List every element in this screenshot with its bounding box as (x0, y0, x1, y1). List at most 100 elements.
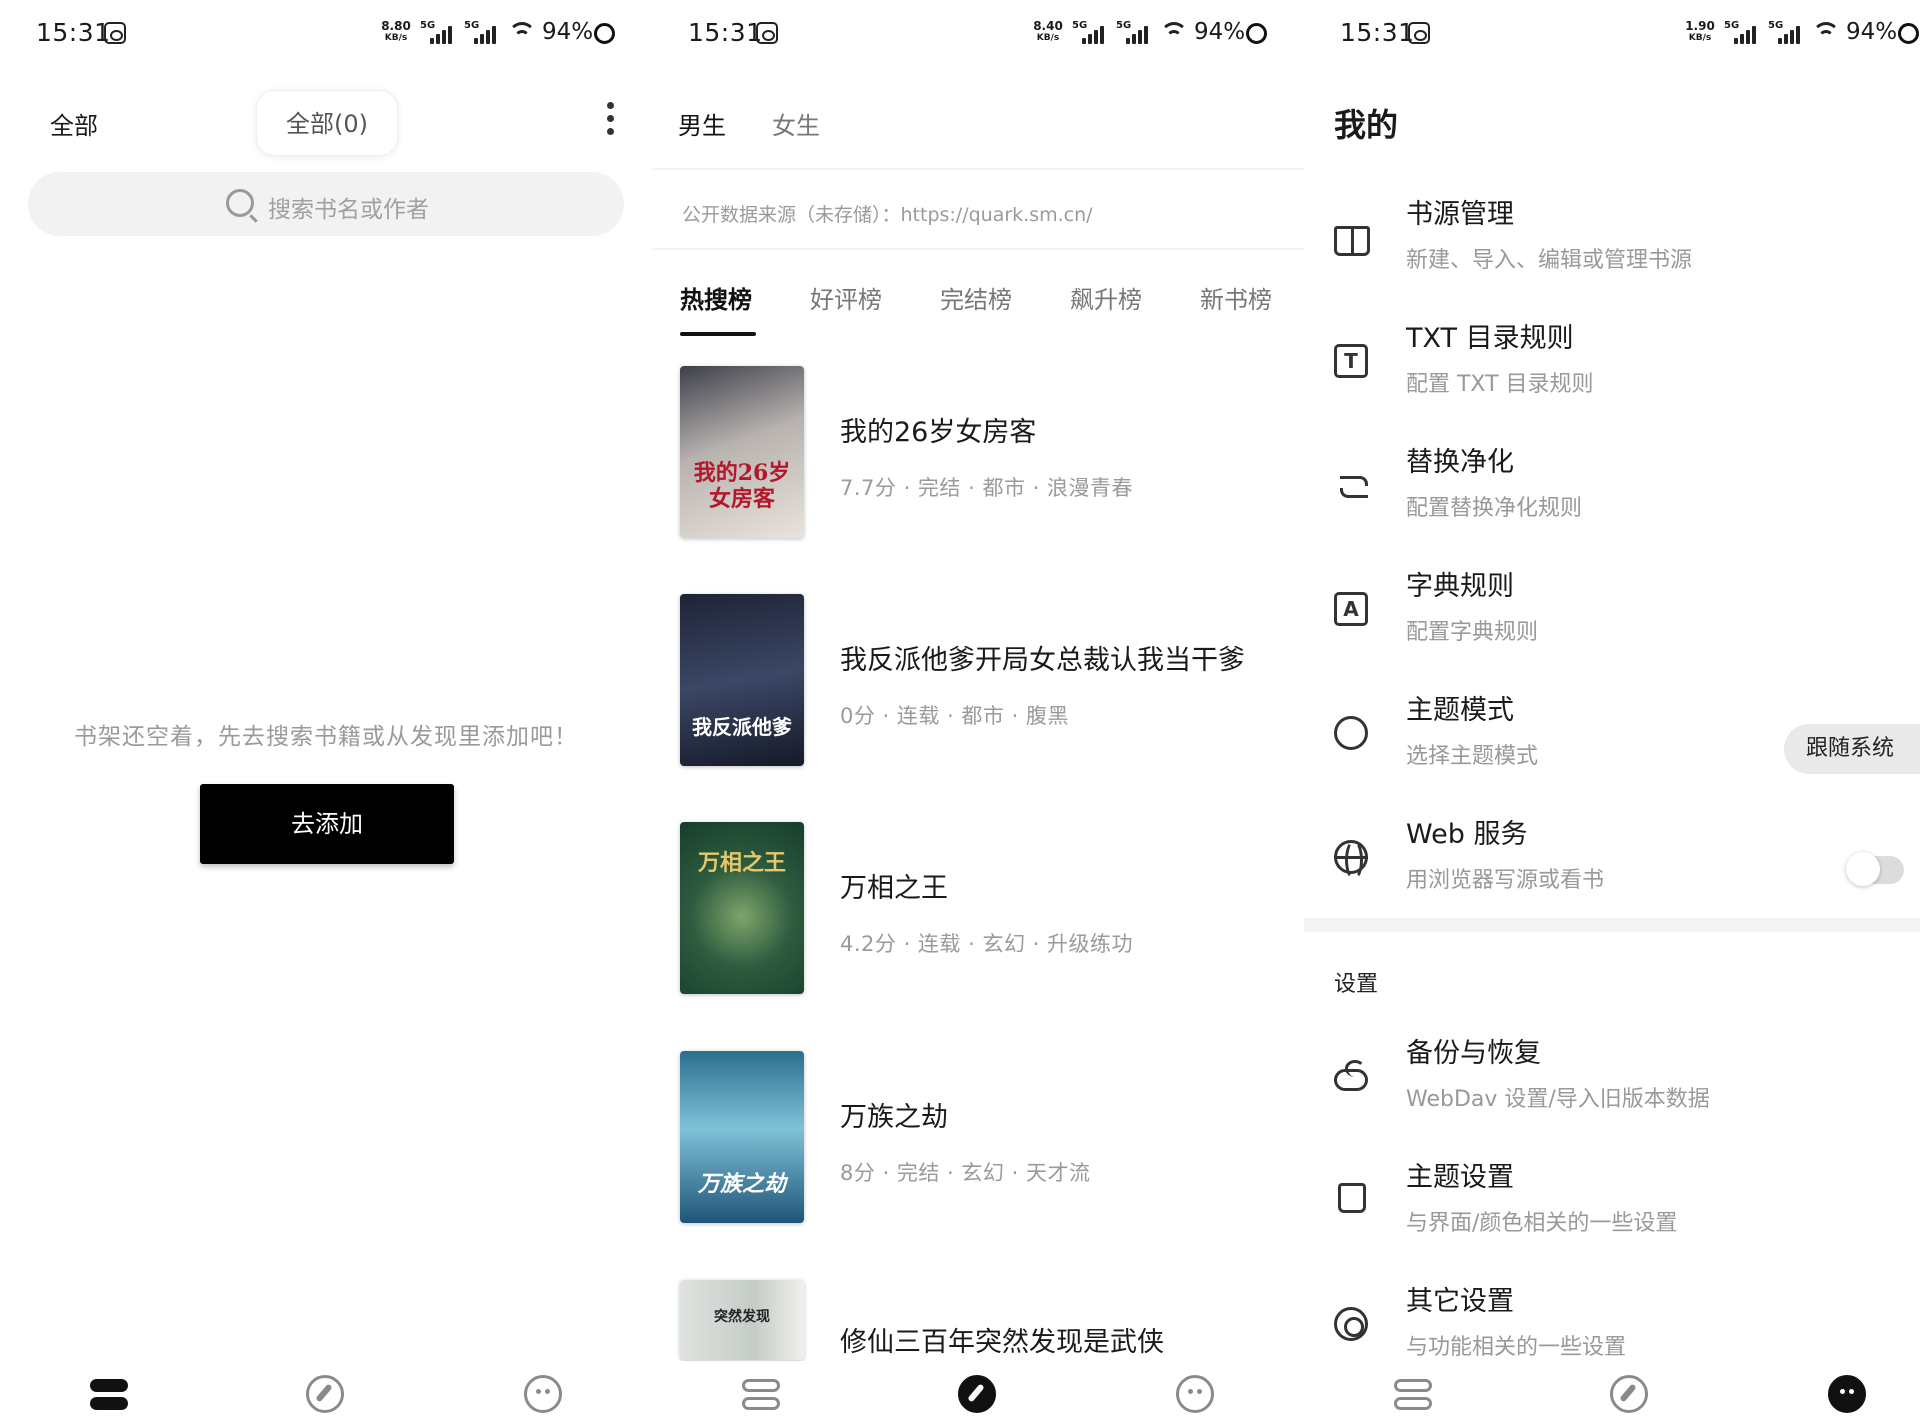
book-title: 万相之王 (840, 873, 948, 904)
menu-item-title: 主题设置 (1406, 1162, 1514, 1193)
signal-1-icon: 5G (420, 20, 460, 46)
menu-item-web-service[interactable]: Web 服务 用浏览器写源或看书 (1304, 806, 1920, 916)
bookshelf-icon[interactable] (736, 1373, 784, 1423)
toggle-knob (1846, 852, 1880, 886)
signal-2-icon: 5G (1768, 20, 1808, 46)
mine-icon[interactable] (518, 1373, 566, 1423)
menu-item-title: 书源管理 (1406, 199, 1514, 230)
menu-item-book-source[interactable]: 书源管理 新建、导入、编辑或管理书源 (1304, 186, 1920, 296)
menu-item-subtitle: 配置字典规则 (1406, 620, 1539, 645)
empty-shelf-message: 书架还空着，先去搜索书籍或从发现里添加吧！ (74, 724, 578, 750)
menu-item-backup-restore[interactable]: 备份与恢复 WebDav 设置/导入旧版本数据 (1304, 1025, 1920, 1135)
book-row[interactable]: 万族之劫 万族之劫 8分 · 完结 · 玄幻 · 天才流 (652, 1051, 1304, 1231)
settings-section-header: 设置 (1334, 972, 1379, 997)
signal-2-icon: 5G (1116, 20, 1156, 46)
cloud-icon (1334, 1060, 1368, 1091)
bottom-nav (0, 1361, 652, 1423)
theme-mode-value[interactable]: 跟随系统 (1784, 724, 1920, 774)
more-menu-icon[interactable] (604, 102, 616, 136)
status-time: 15:31 (36, 18, 111, 47)
book-meta: 7.7分 · 完结 · 都市 · 浪漫青春 (840, 476, 1133, 500)
tab-new-books[interactable]: 新书榜 (1200, 280, 1272, 315)
book-row[interactable]: 我反派他爹 我反派他爹开局女总裁认我当干爹 0分 · 连载 · 都市 · 腹黑 (652, 594, 1304, 774)
tab-top-rated[interactable]: 好评榜 (810, 280, 882, 315)
search-bar[interactable]: 搜索书名或作者 (28, 172, 624, 236)
globe-icon (1334, 840, 1368, 880)
status-bar: 15:31 8.80 KB/s 5G 5G 94% (0, 0, 652, 70)
txt-box-icon: T (1334, 344, 1368, 378)
network-speed-unit: KB/s (384, 33, 408, 43)
book-meta: 0分 · 连载 · 都市 · 腹黑 (840, 704, 1069, 728)
menu-item-replace-rules[interactable]: 替换净化 配置替换净化规则 (1304, 434, 1920, 544)
network-speed-value: 8.40 (1033, 19, 1063, 33)
mine-icon[interactable] (1170, 1373, 1218, 1423)
discover-icon[interactable] (1604, 1373, 1652, 1423)
group-chip[interactable]: 全部(0) (256, 90, 398, 156)
battery-ring-icon (1246, 23, 1267, 44)
signal-1-label: 5G (1724, 20, 1740, 31)
bookshelf-icon[interactable] (84, 1373, 132, 1423)
theme-mode-icon (1334, 716, 1368, 750)
discover-icon[interactable] (952, 1373, 1000, 1423)
menu-item-title: TXT 目录规则 (1406, 323, 1574, 354)
web-service-toggle[interactable] (1846, 852, 1904, 886)
divider (652, 248, 1304, 250)
battery-level: 94% (1194, 19, 1246, 45)
network-speed-unit: KB/s (1688, 33, 1712, 43)
book-row[interactable]: 我的26岁女房客 我的26岁女房客 7.7分 · 完结 · 都市 · 浪漫青春 (652, 366, 1304, 546)
book-title: 修仙三百年突然发现是武侠 (840, 1327, 1164, 1358)
cover-text: 我反派他爹 (692, 715, 792, 739)
battery-ring-icon (594, 23, 615, 44)
signal-2-label: 5G (1768, 20, 1784, 31)
bottom-nav (1304, 1361, 1920, 1423)
book-row[interactable]: 突然发现 修仙三百年突然发现是武侠 (652, 1280, 1304, 1360)
menu-item-title: 主题模式 (1406, 695, 1514, 726)
data-source-note[interactable]: 公开数据来源（未存储）：https://quark.sm.cn/ (682, 200, 1093, 227)
menu-item-subtitle: 与功能相关的一些设置 (1406, 1335, 1627, 1360)
discover-icon[interactable] (300, 1373, 348, 1423)
battery-ring-icon (1898, 23, 1919, 44)
menu-item-subtitle: 与界面/颜色相关的一些设置 (1406, 1211, 1678, 1236)
book-meta: 4.2分 · 连载 · 玄幻 · 升级练功 (840, 932, 1133, 956)
dictionary-icon: A (1334, 592, 1368, 626)
menu-item-subtitle: WebDav 设置/导入旧版本数据 (1406, 1087, 1710, 1112)
photo-notification-icon (104, 22, 126, 44)
menu-item-dictionary-rules[interactable]: A 字典规则 配置字典规则 (1304, 558, 1920, 668)
wifi-icon (508, 22, 536, 46)
menu-item-theme-mode[interactable]: 主题模式 选择主题模式 跟随系统 (1304, 682, 1920, 792)
menu-item-theme-settings[interactable]: 主题设置 与界面/颜色相关的一些设置 (1304, 1149, 1920, 1259)
divider (652, 168, 1304, 170)
menu-item-txt-toc-rules[interactable]: T TXT 目录规则 配置 TXT 目录规则 (1304, 310, 1920, 420)
network-speed: 8.80 KB/s (378, 20, 414, 44)
menu-item-title: 字典规则 (1406, 571, 1514, 602)
book-title: 万族之劫 (840, 1102, 948, 1133)
bookshelf-icon[interactable] (1388, 1373, 1436, 1423)
network-speed-value: 1.90 (1685, 19, 1715, 33)
bookshelf-screen: 15:31 8.80 KB/s 5G 5G 94% 全部 全部(0) 搜索书名或作… (0, 0, 652, 1423)
network-speed: 8.40 KB/s (1030, 20, 1066, 44)
mine-screen: 15:31 1.90 KB/s 5G 5G 94% 我的 书源管理 新建、导入、编… (1304, 0, 1920, 1423)
tab-male[interactable]: 男生 (678, 106, 726, 141)
swap-icon (1334, 468, 1374, 508)
signal-1-label: 5G (1072, 20, 1088, 31)
signal-2-icon: 5G (464, 20, 504, 46)
menu-item-title: Web 服务 (1406, 819, 1528, 850)
signal-1-label: 5G (420, 20, 436, 31)
tab-hot-search[interactable]: 热搜榜 (680, 280, 752, 315)
book-row[interactable]: 万相之王 万相之王 4.2分 · 连载 · 玄幻 · 升级练功 (652, 822, 1304, 1002)
status-time: 15:31 (1340, 18, 1415, 47)
mine-icon[interactable] (1822, 1373, 1870, 1423)
tab-completed[interactable]: 完结榜 (940, 280, 1012, 315)
book-open-icon (1334, 226, 1370, 256)
go-add-button[interactable]: 去添加 (200, 784, 454, 864)
menu-item-subtitle: 配置替换净化规则 (1406, 496, 1583, 521)
battery-level: 94% (1846, 19, 1898, 45)
menu-item-subtitle: 用浏览器写源或看书 (1406, 868, 1605, 893)
tab-female[interactable]: 女生 (772, 106, 820, 141)
cover-text: 万相之王 (697, 850, 786, 876)
group-tab-all[interactable]: 全部 (50, 106, 98, 141)
menu-item-title: 备份与恢复 (1406, 1038, 1541, 1069)
tab-rising[interactable]: 飙升榜 (1070, 280, 1142, 315)
signal-2-label: 5G (1116, 20, 1132, 31)
bottom-nav (652, 1361, 1304, 1423)
